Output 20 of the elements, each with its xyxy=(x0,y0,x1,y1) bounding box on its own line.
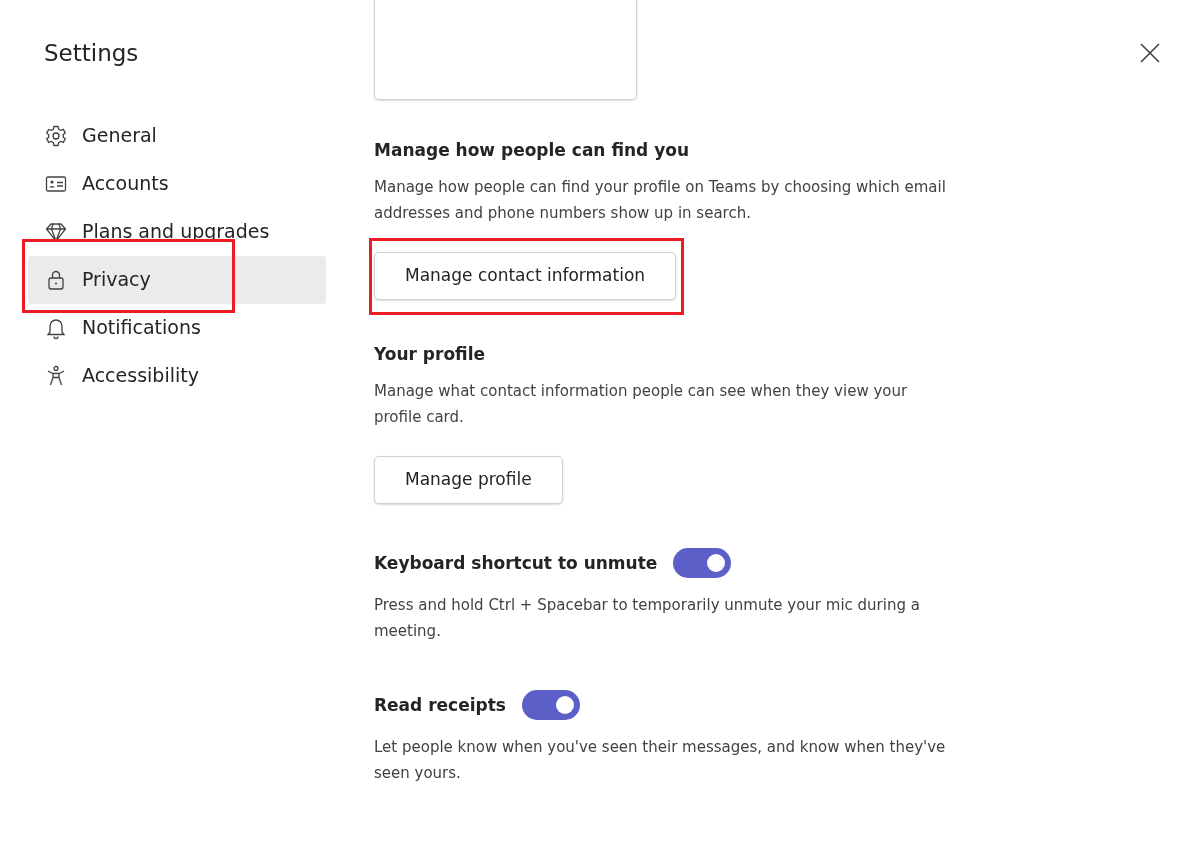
gear-icon xyxy=(44,123,68,148)
section-description: Manage how people can find your profile on Teams by choosing which email addresses and phone numbers show up in search. xyxy=(374,177,947,225)
section-description: Manage what contact information people can see when they view your profile card. xyxy=(374,381,909,429)
sidebar-item[interactable]: General xyxy=(28,111,326,160)
setting-description: Let people know when you've seen their messages, and know when they've seen yours. xyxy=(374,736,947,784)
setting-description: Press and hold Ctrl + Spacebar to temporarily unmute your mic during a meeting. xyxy=(374,594,921,642)
toggle-switch[interactable] xyxy=(673,547,732,578)
action-button[interactable]: Manage contact information xyxy=(374,252,677,300)
sidebar-item[interactable]: Notifications xyxy=(28,303,326,352)
sidebar-item[interactable]: Privacy xyxy=(28,255,326,304)
sidebar-item[interactable]: Plans and upgrades xyxy=(28,207,326,256)
setting-label: Read receipts xyxy=(374,694,506,715)
sidebar-item[interactable]: Accessibility xyxy=(28,351,326,400)
section-heading: Your profile xyxy=(374,343,487,365)
section-heading: Manage how people can find you xyxy=(374,140,691,161)
toggle-switch[interactable] xyxy=(521,689,580,720)
setting-label: Keyboard shortcut to unmute xyxy=(374,552,658,573)
action-button[interactable]: Manage profile xyxy=(374,456,563,504)
settings-title: Settings xyxy=(44,40,140,68)
sidebar-item[interactable]: Accounts xyxy=(28,159,326,208)
